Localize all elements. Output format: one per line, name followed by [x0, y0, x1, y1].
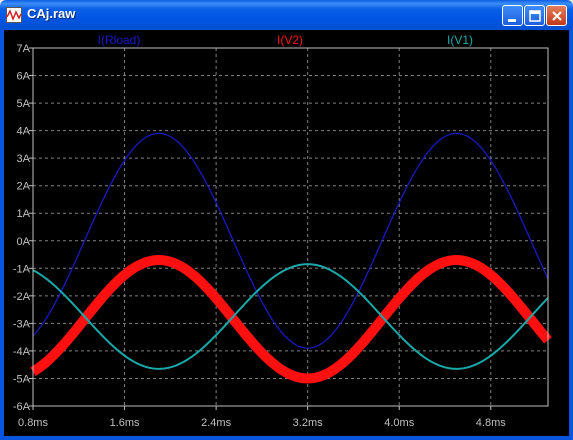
y-tick-label: -4A	[13, 346, 31, 358]
title-bar[interactable]: CAj.raw	[0, 0, 573, 30]
window-border-bottom	[0, 436, 573, 440]
maximize-icon	[529, 10, 541, 22]
x-tick-label: 1.6ms	[110, 417, 140, 429]
x-tick-label: 0.8ms	[18, 417, 48, 429]
series-line-1	[32, 132, 549, 349]
y-tick-label: 5A	[17, 98, 31, 110]
window-title: CAj.raw	[27, 6, 76, 21]
y-tick-label: 3A	[17, 153, 31, 165]
minimize-button[interactable]	[502, 5, 523, 26]
series-line-3	[32, 263, 549, 370]
y-tick-label: 4A	[17, 126, 31, 138]
y-tick-label: 1A	[17, 208, 31, 220]
waveform-plot[interactable]: 7A 6A 5A 4A 3A 2A 1A 0A -1A -2A -3A -4A -5A -6A 0.8ms 1…	[4, 30, 569, 436]
y-tick-label: 7A	[17, 43, 31, 55]
y-tick-label: 2A	[17, 181, 31, 193]
close-icon	[552, 11, 562, 21]
y-tick-label: 0A	[17, 236, 31, 248]
y-tick-label: -6A	[13, 401, 31, 413]
waveform-app-icon	[6, 7, 22, 23]
y-tick-label: -1A	[13, 263, 31, 275]
x-tick-label: 4.0ms	[384, 417, 414, 429]
x-tick-label: 3.2ms	[293, 417, 323, 429]
waveform-viewer-window: CAj.raw 7A 6A 5A 4A 3A 2A 1A 0A -1A -2A -3A -4A -5A -…	[0, 0, 573, 440]
series-line-2	[29, 255, 552, 384]
y-tick-label: -5A	[13, 373, 31, 385]
plot-area[interactable]: 7A 6A 5A 4A 3A 2A 1A 0A -1A -2A -3A -4A -5A -6A 0.8ms 1…	[4, 30, 569, 436]
maximize-button[interactable]	[524, 5, 545, 26]
legend-label-3[interactable]: I(V1)	[447, 33, 473, 47]
close-button[interactable]	[546, 5, 567, 26]
legend-label-2[interactable]: I(V2)	[277, 33, 303, 47]
y-tick-label: 6A	[17, 71, 31, 83]
x-tick-label: 4.8ms	[476, 417, 506, 429]
y-tick-label: -3A	[13, 318, 31, 330]
x-tick-label: 2.4ms	[201, 417, 231, 429]
window-border-right	[569, 30, 573, 440]
legend-label-1[interactable]: I(Rload)	[98, 33, 141, 47]
y-tick-label: -2A	[13, 291, 31, 303]
minimize-icon	[508, 19, 516, 22]
plot-frame	[32, 47, 549, 407]
